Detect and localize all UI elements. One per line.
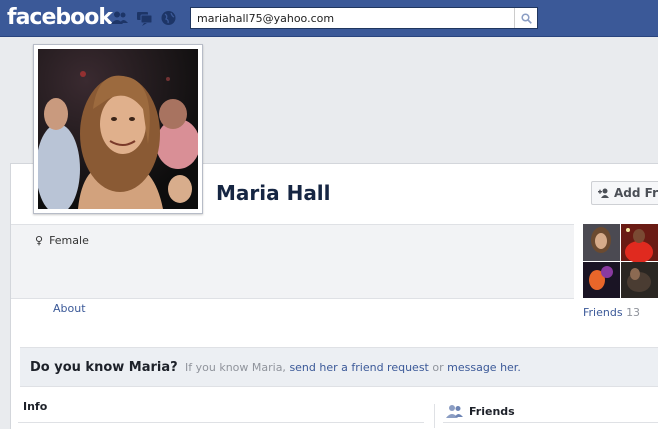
add-friend-label: Add Fr [614,186,658,200]
add-friend-icon [598,188,609,198]
profile-photo [38,49,198,209]
intro-box: ♀ Female [11,224,574,299]
friends-thumbnail-grid[interactable] [583,224,658,298]
info-divider [18,422,424,423]
do-you-know-text: If you know Maria, send her a friend req… [185,361,521,374]
gender-label: Female [49,234,89,247]
friends-divider [443,422,658,423]
info-section-title: Info [23,400,48,413]
do-you-know-period: . [517,361,521,374]
do-you-know-question: Do you know Maria? [30,360,178,375]
add-friend-button[interactable]: Add Fr [591,181,658,205]
about-link[interactable]: About [53,302,86,315]
top-bar: facebook [0,0,658,37]
friend-requests-icon[interactable] [111,10,128,26]
friends-count[interactable]: Friends 13 [583,306,640,319]
female-icon: ♀ [35,234,44,247]
friends-count-label[interactable]: Friends [583,306,623,319]
messages-icon[interactable] [136,10,153,26]
gender-item: ♀ Female [35,234,89,247]
do-you-know-prefix: If you know Maria, [185,361,286,374]
facebook-logo[interactable]: facebook [7,5,113,30]
column-separator [434,404,435,428]
friends-section-icon [446,405,463,418]
notifications-globe-icon[interactable] [160,10,177,26]
search-icon [520,12,532,24]
do-you-know-or: or [432,361,444,374]
search-box[interactable] [190,7,538,29]
message-her-link[interactable]: message her [447,361,517,374]
send-friend-request-link[interactable]: send her a friend request [289,361,428,374]
profile-name: Maria Hall [216,181,331,205]
profile-picture[interactable] [33,44,203,214]
do-you-know-banner: Do you know Maria? If you know Maria, se… [20,347,658,387]
search-button[interactable] [514,8,537,28]
friends-section-title: Friends [469,405,515,418]
friends-count-number: 13 [626,306,641,319]
search-input[interactable] [191,8,525,28]
